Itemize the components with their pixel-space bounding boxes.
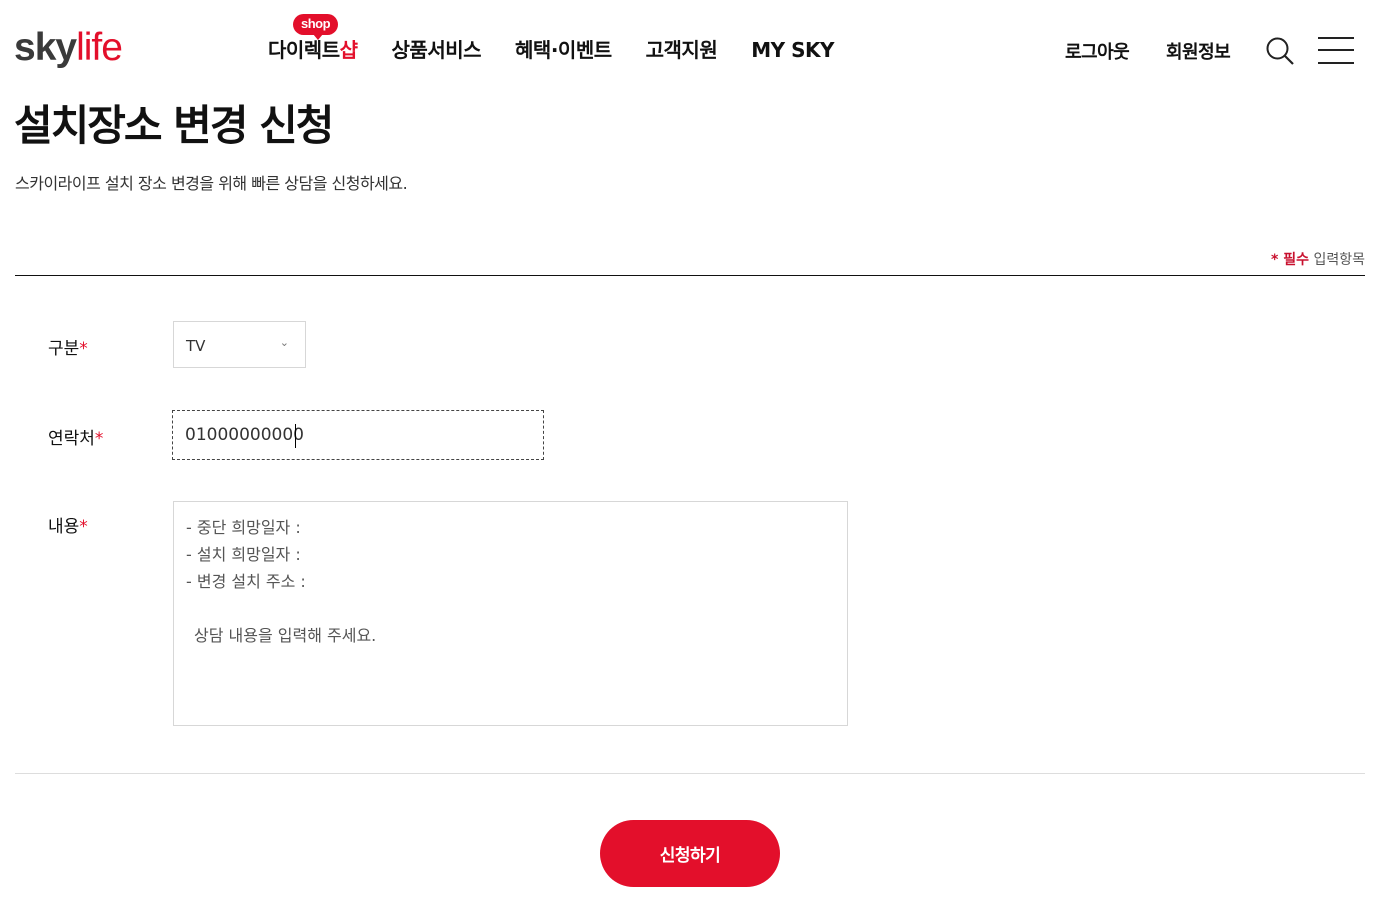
category-selected-value: TV <box>186 337 206 355</box>
contact-label: 연락처* <box>48 424 103 449</box>
nav-direct-shop-highlight: 샵 <box>339 38 358 62</box>
nav-products[interactable]: 상품서비스 <box>392 36 482 64</box>
content-textarea[interactable]: - 중단 희망일자 : - 설치 희망일자 : - 변경 설치 주소 : 상담 … <box>173 501 848 726</box>
page-title: 설치장소 변경 신청 <box>14 101 334 150</box>
content-template-line: - 설치 희망일자 : <box>186 545 301 564</box>
content-placeholder: 상담 내용을 입력해 주세요. <box>194 626 377 645</box>
content-label-text: 내용 <box>48 517 80 537</box>
chevron-down-icon: ⌄ <box>279 336 289 349</box>
hamburger-menu-icon[interactable] <box>1318 36 1356 66</box>
nav-support[interactable]: 고객지원 <box>646 36 718 64</box>
category-label-text: 구분 <box>48 339 80 359</box>
content-template-line: - 중단 희망일자 : <box>186 518 301 537</box>
nav-direct-shop-label: 다이렉트 <box>268 38 340 62</box>
submit-button[interactable]: 신청하기 <box>600 820 780 887</box>
main-nav: shop 다이렉트샵 상품서비스 혜택·이벤트 고객지원 MY SKY <box>268 14 868 64</box>
content-label: 내용* <box>48 512 88 537</box>
text-cursor <box>295 424 296 448</box>
required-fields-note: * 필수 입력항목 <box>1271 249 1365 269</box>
nav-benefits-events[interactable]: 혜택·이벤트 <box>515 36 612 64</box>
contact-label-text: 연락처 <box>48 429 95 449</box>
logout-link[interactable]: 로그아웃 <box>1065 38 1130 64</box>
required-text: 입력항목 <box>1309 252 1365 268</box>
page-description: 스카이라이프 설치 장소 변경을 위해 빠른 상담을 신청하세요. <box>15 174 408 193</box>
category-label: 구분* <box>48 334 88 359</box>
content-template-line: - 변경 설치 주소 : <box>186 572 306 591</box>
member-info-link[interactable]: 회원정보 <box>1166 38 1231 64</box>
logo-life-text: life <box>76 26 123 69</box>
shop-badge: shop <box>293 14 339 40</box>
form-bottom-divider <box>15 773 1365 774</box>
contact-input[interactable] <box>172 410 544 460</box>
logo-sky-text: sky <box>14 26 77 69</box>
form-top-divider <box>15 275 1365 276</box>
required-asterisk: * <box>94 429 104 449</box>
site-header: skylife shop 다이렉트샵 상품서비스 혜택·이벤트 고객지원 MY … <box>0 0 1387 100</box>
nav-my-sky[interactable]: MY SKY <box>751 36 834 64</box>
search-icon[interactable] <box>1265 36 1295 66</box>
required-asterisk: * <box>79 517 88 537</box>
category-select[interactable]: TV ⌄ <box>173 321 306 368</box>
nav-direct-shop[interactable]: shop 다이렉트샵 <box>268 14 358 64</box>
skylife-logo[interactable]: skylife <box>14 26 123 70</box>
required-asterisk: * <box>79 339 88 359</box>
required-star: * 필수 <box>1271 252 1310 268</box>
